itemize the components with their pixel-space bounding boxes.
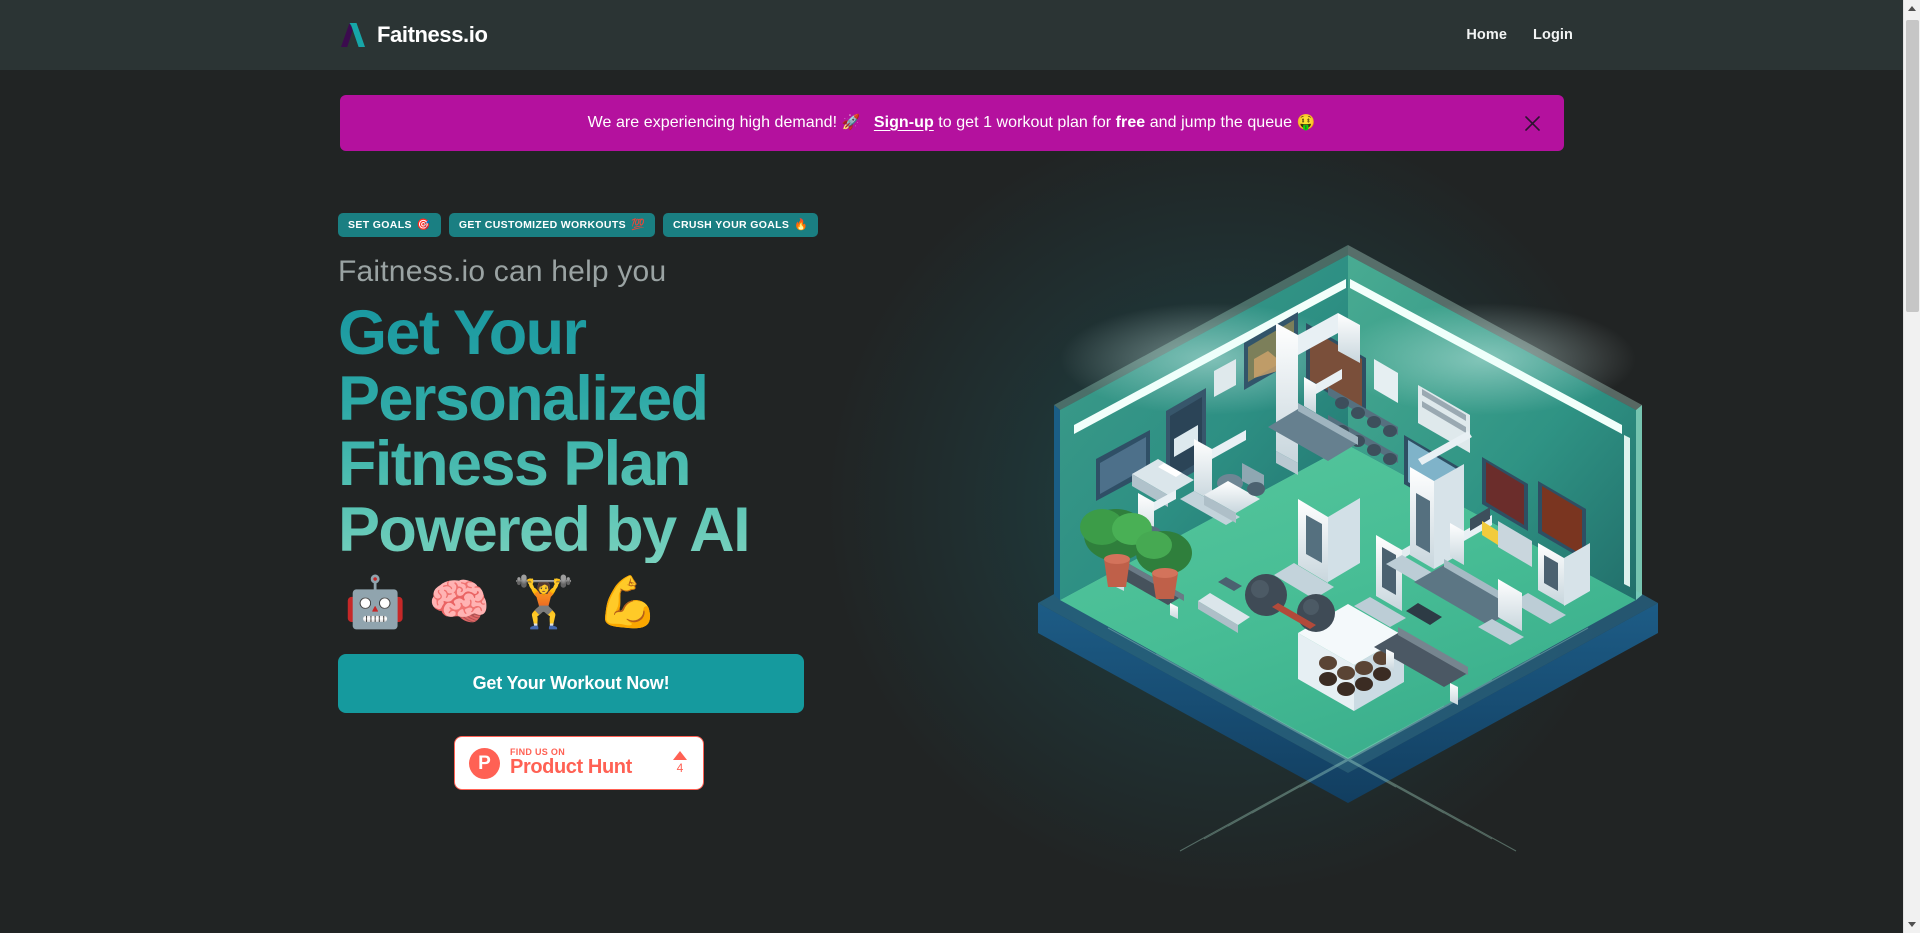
hero-badge-label: CRUSH YOUR GOALS <box>673 218 790 231</box>
hero-badge-row: SET GOALS 🎯 GET CUSTOMIZED WORKOUTS 💯 CR… <box>338 213 978 237</box>
product-hunt-texts: FIND US ON Product Hunt <box>510 747 663 779</box>
banner-text-tail: and jump the queue <box>1145 113 1297 131</box>
nav-link-login[interactable]: Login <box>1533 27 1573 43</box>
hero-badge-label: GET CUSTOMIZED WORKOUTS <box>458 218 626 231</box>
hero-content-column: SET GOALS 🎯 GET CUSTOMIZED WORKOUTS 💯 CR… <box>338 213 978 833</box>
page-scrollbar[interactable] <box>1903 0 1920 933</box>
weightlifter-emoji: 🏋️ <box>512 574 575 631</box>
product-hunt-upvote-count: 4 <box>676 761 684 776</box>
nav-link-home[interactable]: Home <box>1466 27 1507 43</box>
hero-badge-set-goals: SET GOALS 🎯 <box>338 213 441 237</box>
banner-text-before-link: We are experiencing high demand! <box>587 113 838 131</box>
upvote-arrow-icon <box>673 751 687 761</box>
fire-emoji: 🔥 <box>794 219 809 231</box>
brand-logo-link[interactable]: Faitness.io <box>338 20 488 50</box>
announcement-banner: We are experiencing high demand! 🚀 Sign-… <box>339 95 1564 151</box>
announcement-banner-text: We are experiencing high demand! 🚀 Sign-… <box>588 113 1316 134</box>
get-workout-cta-button[interactable]: Get Your Workout Now! <box>338 654 804 714</box>
robot-emoji: 🤖 <box>344 574 407 631</box>
brand-name: Faitness.io <box>377 22 488 47</box>
scroll-up-arrow-icon[interactable] <box>1904 0 1920 17</box>
hero-illustration-column <box>978 213 1903 852</box>
hero-badge-crush-goals: CRUSH YOUR GOALS 🔥 <box>663 213 819 237</box>
page-scroll-area: Faitness.io Home Login We are experienci… <box>0 0 1903 933</box>
product-hunt-badge[interactable]: P FIND US ON Product Hunt 4 <box>454 736 704 791</box>
isometric-gym-room-illustration <box>1038 245 1658 852</box>
banner-bold-free: free <box>1115 113 1146 131</box>
product-hunt-name: Product Hunt <box>510 756 632 779</box>
money-mouth-emoji: 🤑 <box>1296 113 1316 131</box>
hero-section: SET GOALS 🎯 GET CUSTOMIZED WORKOUTS 💯 CR… <box>0 151 1903 852</box>
close-icon <box>1525 115 1540 131</box>
brain-emoji: 🧠 <box>428 574 491 631</box>
hero-headline-line: Get Your <box>338 298 586 368</box>
hero-headline-line: Fitness Plan <box>338 429 690 500</box>
scrollbar-thumb[interactable] <box>1906 20 1919 312</box>
site-header: Faitness.io Home Login <box>0 0 1903 70</box>
hero-headline-line: Powered by AI <box>338 494 749 565</box>
hero-headline-line: Personalized <box>338 363 708 434</box>
scroll-down-arrow-icon[interactable] <box>1904 916 1920 933</box>
banner-close-button[interactable] <box>1518 108 1548 138</box>
hero-headline: Get Your Personalized Fitness Plan Power… <box>338 301 978 563</box>
announcement-banner-wrapper: We are experiencing high demand! 🚀 Sign-… <box>0 70 1903 151</box>
hundred-points-emoji: 💯 <box>630 219 646 231</box>
banner-signup-link[interactable]: Sign-up <box>874 114 934 131</box>
product-hunt-upvotes: 4 <box>673 751 689 775</box>
hero-emoji-row: 🤖 🧠 🏋️ 💪 <box>344 575 978 630</box>
target-emoji: 🎯 <box>416 219 431 231</box>
hero-badge-customized-workouts: GET CUSTOMIZED WORKOUTS 💯 <box>448 213 656 237</box>
header-inner: Faitness.io Home Login <box>0 20 1903 50</box>
banner-text-after-link: to get 1 workout plan for <box>933 113 1116 131</box>
main-navigation: Home Login <box>1466 27 1573 43</box>
rocket-emoji: 🚀 <box>841 113 861 131</box>
product-hunt-logo-letter: P <box>478 752 491 774</box>
product-hunt-logo-icon: P <box>469 747 500 779</box>
hero-badge-label: SET GOALS <box>348 218 412 231</box>
hero-eyebrow: Faitness.io can help you <box>338 255 667 288</box>
flexed-biceps-emoji: 💪 <box>596 574 660 631</box>
a-mark-logo-icon <box>341 23 365 47</box>
